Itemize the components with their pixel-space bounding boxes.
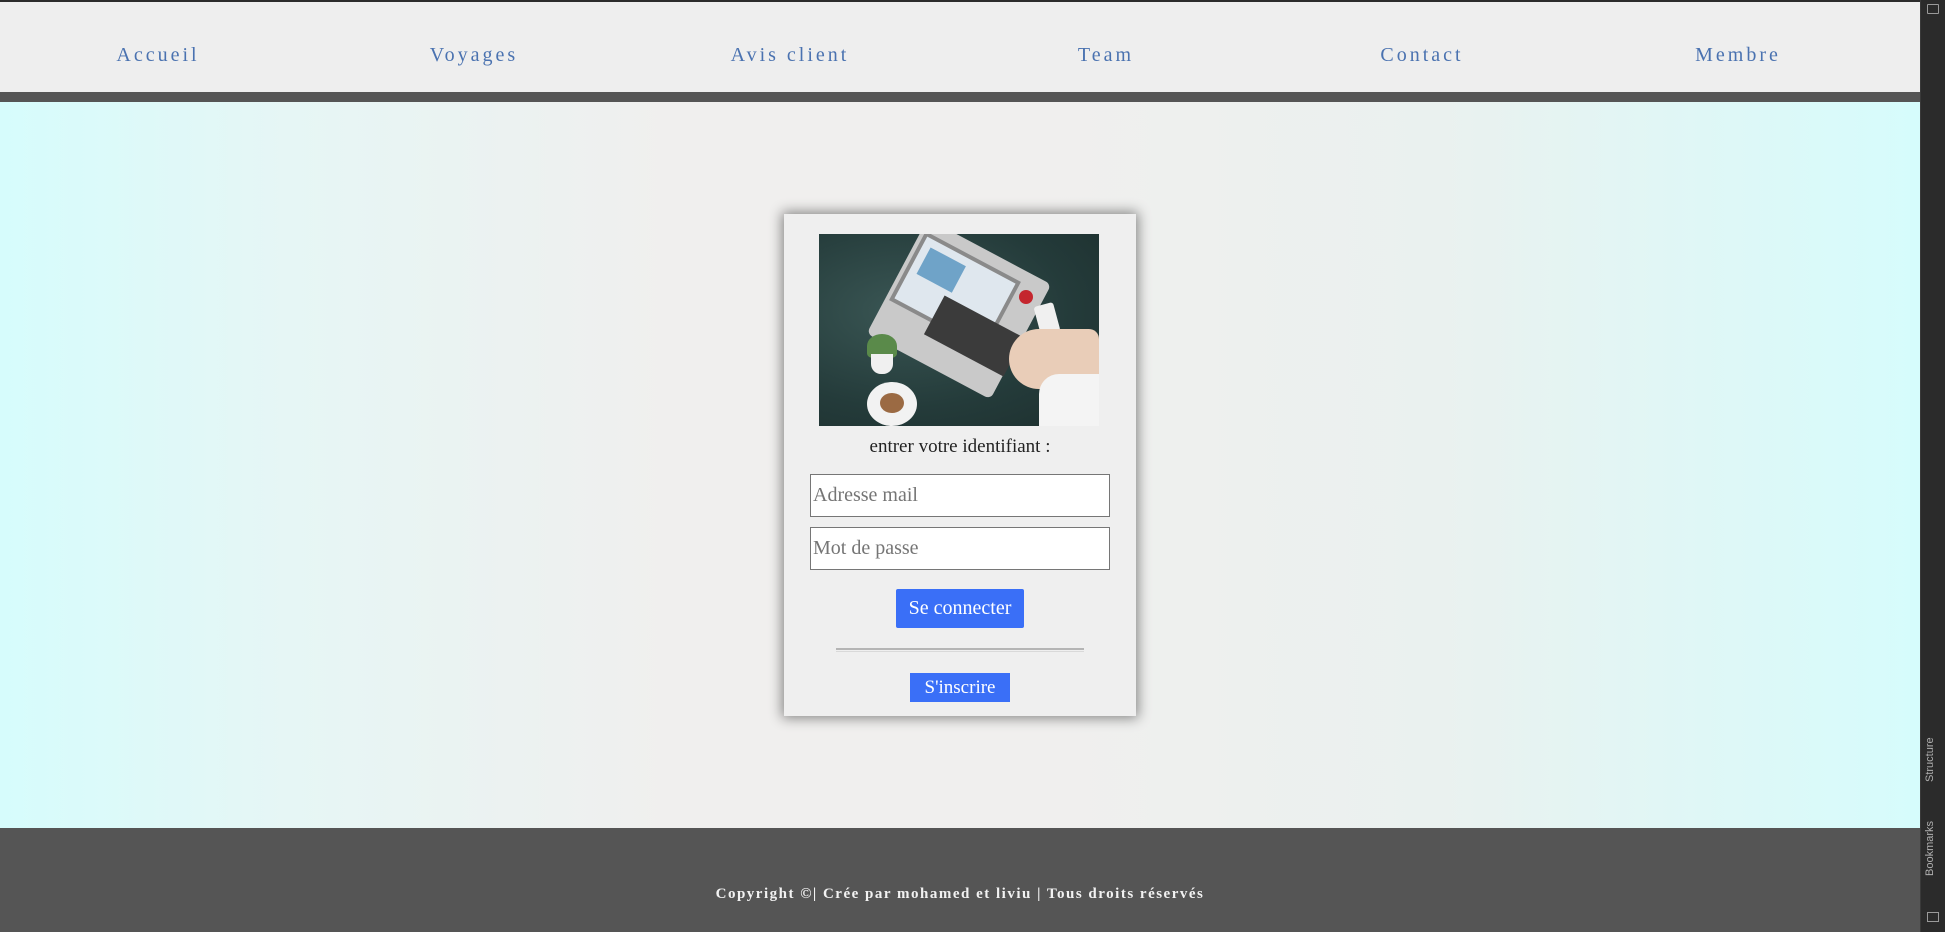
login-button[interactable]: Se connecter <box>896 589 1024 628</box>
main-content: entrer votre identifiant : Se connecter … <box>0 102 1920 828</box>
password-field[interactable] <box>810 527 1110 570</box>
nav-item-accueil[interactable]: Accueil <box>116 44 199 67</box>
structure-tab[interactable]: Structure <box>1924 716 1942 782</box>
navbar-divider <box>0 92 1920 102</box>
nav-item-team[interactable]: Team <box>1078 44 1134 67</box>
divider <box>836 648 1084 652</box>
nav-item-avis-client[interactable]: Avis client <box>731 44 850 67</box>
signup-button[interactable]: S'inscrire <box>910 673 1010 702</box>
footer-copyright: Copyright ©| Crée par mohamed et liviu |… <box>715 886 1205 902</box>
side-panel: Structure Bookmarks <box>1920 0 1945 932</box>
panel-icon[interactable] <box>1927 912 1939 922</box>
bookmarks-tab[interactable]: Bookmarks <box>1924 802 1942 876</box>
navbar: Accueil Voyages Avis client Team Contact… <box>0 2 1920 92</box>
nav-item-contact[interactable]: Contact <box>1380 44 1463 67</box>
login-card: entrer votre identifiant : Se connecter … <box>784 214 1136 716</box>
login-prompt: entrer votre identifiant : <box>869 436 1051 457</box>
page: Accueil Voyages Avis client Team Contact… <box>0 0 1920 932</box>
nav-item-voyages[interactable]: Voyages <box>430 44 518 67</box>
laptop-desk-photo <box>819 234 1099 426</box>
email-field[interactable] <box>810 474 1110 517</box>
footer: Copyright ©| Crée par mohamed et liviu |… <box>0 828 1920 932</box>
nav-item-membre[interactable]: Membre <box>1695 44 1781 67</box>
folder-icon[interactable] <box>1927 4 1939 14</box>
